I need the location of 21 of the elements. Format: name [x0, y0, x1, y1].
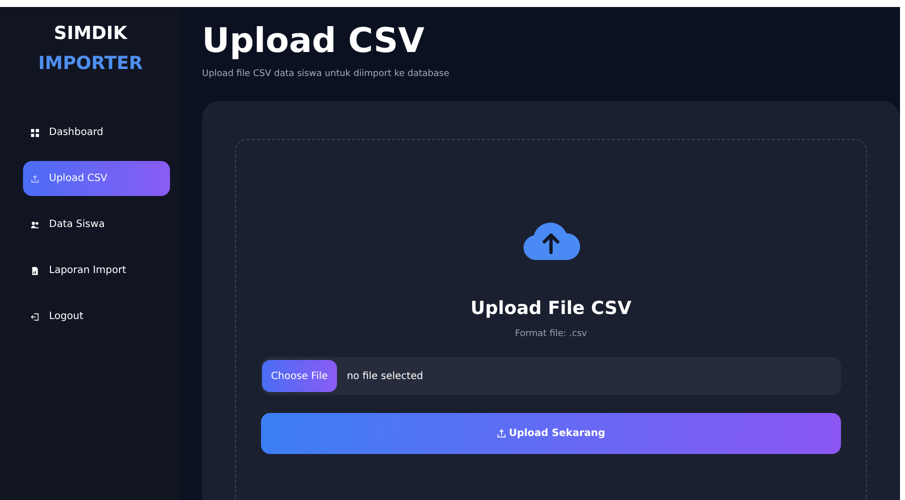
document-icon — [31, 266, 39, 274]
format-hint: Format file: .csv — [515, 329, 587, 339]
sidebar-item[interactable]: Logout — [23, 299, 170, 334]
sidebar-item[interactable]: Data Siswa — [23, 207, 170, 242]
choose-file-button[interactable]: Choose File — [262, 360, 337, 392]
sidebar-item[interactable]: Upload CSV — [23, 161, 170, 196]
upload-icon — [31, 174, 39, 182]
file-status: no file selected — [346, 370, 424, 382]
users-icon — [31, 220, 39, 228]
upload-title: Upload File CSV — [470, 298, 632, 319]
upload-icon — [496, 429, 506, 438]
page-title: Upload CSV — [202, 21, 426, 61]
logo-text: IMPORTER — [38, 52, 143, 76]
sidebar-item[interactable]: Laporan Import — [23, 253, 170, 288]
page-subtitle: Upload file CSV data siswa untuk diimport ke database — [202, 69, 450, 79]
logout-icon — [31, 312, 39, 320]
upload-button[interactable]: Upload Sekarang — [261, 413, 841, 454]
grid-icon — [31, 128, 39, 136]
sidebar-item[interactable]: Dashboard — [23, 115, 170, 150]
file-input[interactable]: Choose File no file selected — [261, 357, 841, 395]
logo-text: SIMDIK — [54, 22, 128, 46]
